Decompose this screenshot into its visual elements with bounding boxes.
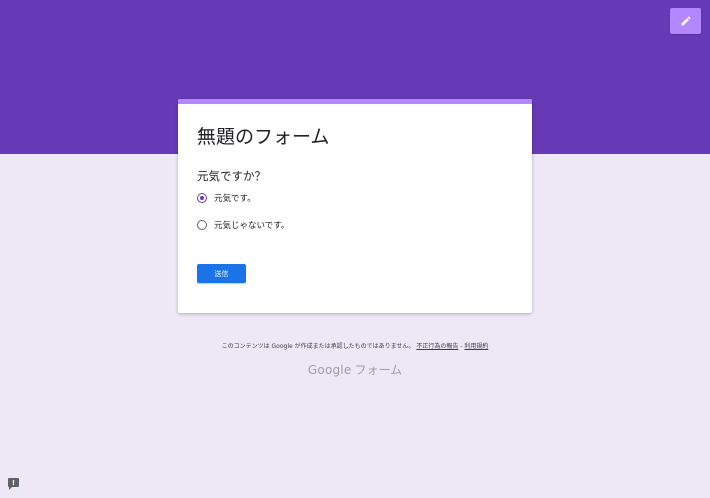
- google-forms-brand[interactable]: Google フォーム: [0, 361, 710, 378]
- radio-option-genki[interactable]: 元気です。: [197, 192, 256, 204]
- radio-button-selected[interactable]: [197, 193, 207, 203]
- radio-button[interactable]: [197, 220, 207, 230]
- brand-forms: フォーム: [354, 363, 403, 377]
- edit-button[interactable]: [670, 8, 701, 34]
- form-card: 無題のフォーム 元気ですか？ 元気です。 元気じゃないです。 送信: [178, 99, 532, 313]
- option-label: 元気です。: [214, 194, 256, 204]
- pencil-icon: [681, 16, 691, 26]
- disclaimer-text: このコンテンツは Google が作成または承認したものではありません。: [221, 343, 415, 350]
- radio-option-not-genki[interactable]: 元気じゃないです。: [197, 219, 289, 231]
- terms-link[interactable]: 利用規約: [464, 343, 488, 350]
- brand-google: Google: [307, 363, 352, 377]
- question-title: 元気ですか？: [197, 169, 266, 183]
- form-title: 無題のフォーム: [197, 126, 330, 148]
- report-abuse-link[interactable]: 不正行為の報告: [416, 343, 458, 350]
- report-issue-icon[interactable]: !: [8, 478, 19, 490]
- option-label: 元気じゃないです。: [214, 221, 290, 231]
- card-accent-bar: [178, 99, 532, 104]
- footer-disclaimer: このコンテンツは Google が作成または承認したものではありません。 不正行…: [0, 341, 710, 350]
- submit-button[interactable]: 送信: [197, 264, 246, 283]
